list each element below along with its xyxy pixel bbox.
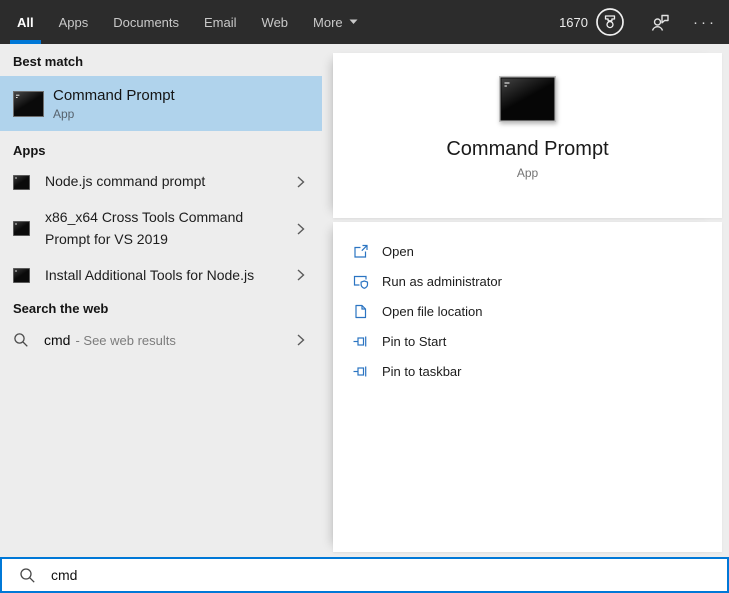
best-match-result-command-prompt[interactable]: Command Prompt App (0, 76, 322, 131)
action-label: Open (382, 243, 414, 259)
tab-more[interactable]: More (306, 0, 365, 44)
terminal-app-icon (13, 174, 30, 190)
search-results-panel: Best match Command Prompt App Apps Node.… (0, 44, 322, 557)
tab-all[interactable]: All (10, 0, 41, 44)
tab-web[interactable]: Web (255, 0, 296, 44)
tab-email[interactable]: Email (197, 0, 244, 44)
action-label: Pin to Start (382, 333, 447, 349)
admin-shield-icon (352, 273, 369, 290)
web-result-query: cmd (44, 332, 71, 349)
feedback-icon[interactable] (649, 11, 671, 33)
app-result-x86-x64-cross-tools[interactable]: x86_x64 Cross Tools Command Prompt for V… (0, 199, 322, 258)
chevron-right-icon (295, 174, 306, 190)
preview-app-type: App (516, 166, 539, 180)
filter-tabs: All Apps Documents Email Web More (10, 0, 376, 44)
more-options-icon[interactable]: ··· (693, 15, 717, 30)
taskbar-search-box[interactable] (0, 557, 729, 593)
preview-actions-panel: Open Run as administrator Open file loca… (333, 222, 722, 552)
best-match-title: Command Prompt (53, 86, 175, 104)
preview-app-title: Command Prompt (446, 138, 609, 160)
best-match-texts: Command Prompt App (53, 87, 175, 121)
rewards-medal-icon (595, 7, 625, 37)
tab-apps-label: Apps (58, 14, 89, 30)
action-label: Pin to taskbar (382, 363, 462, 379)
action-open-file-location[interactable]: Open file location (352, 296, 722, 326)
web-result-suffix: - See web results (75, 332, 176, 348)
tab-apps[interactable]: Apps (52, 0, 96, 44)
rewards-count: 1670 (559, 14, 588, 30)
tab-documents-label: Documents (113, 14, 180, 30)
action-pin-to-taskbar[interactable]: Pin to taskbar (352, 356, 722, 386)
terminal-app-icon (13, 221, 30, 237)
open-icon (352, 243, 369, 260)
action-run-as-administrator[interactable]: Run as administrator (352, 266, 722, 296)
apps-section-header: Apps (13, 143, 46, 158)
search-web-header: Search the web (13, 301, 109, 317)
pin-icon (352, 333, 369, 350)
rewards-button[interactable]: 1670 (559, 7, 625, 37)
action-label: Run as administrator (382, 273, 502, 289)
search-icon (19, 567, 36, 584)
app-result-title: Install Additional Tools for Node.js (45, 266, 255, 283)
terminal-app-icon (13, 267, 30, 283)
tab-all-label: All (17, 14, 34, 30)
pin-icon (352, 363, 369, 380)
best-match-subtitle: App (53, 106, 75, 121)
web-result-cmd[interactable]: cmd - See web results (0, 323, 322, 357)
tab-email-label: Email (204, 14, 237, 30)
tab-documents[interactable]: Documents (106, 0, 186, 44)
chevron-right-icon (295, 267, 306, 283)
tab-more-label: More (313, 14, 343, 30)
chevron-right-icon (295, 332, 306, 348)
search-input[interactable] (49, 566, 717, 584)
app-result-title: x86_x64 Cross Tools Command Prompt for V… (45, 209, 244, 247)
app-result-nodejs-command-prompt[interactable]: Node.js command prompt (0, 165, 322, 199)
best-match-header: Best match (13, 54, 84, 69)
topbar-right-cluster: 1670 ··· (559, 0, 729, 44)
action-label: Open file location (382, 303, 483, 319)
file-location-icon (352, 303, 369, 320)
command-prompt-app-icon (13, 90, 44, 117)
preview-panel-header: Command Prompt App (333, 53, 722, 218)
app-result-install-additional-tools[interactable]: Install Additional Tools for Node.js (0, 258, 322, 292)
action-pin-to-start[interactable]: Pin to Start (352, 326, 722, 356)
chevron-right-icon (295, 221, 306, 237)
app-result-title: Node.js command prompt (45, 173, 206, 190)
search-icon (13, 332, 29, 348)
search-filter-bar: All Apps Documents Email Web More 1670 ·… (0, 0, 729, 44)
tab-web-label: Web (261, 14, 289, 30)
chevron-down-icon (349, 19, 358, 25)
command-prompt-large-icon (499, 76, 556, 122)
action-open[interactable]: Open (352, 236, 722, 266)
